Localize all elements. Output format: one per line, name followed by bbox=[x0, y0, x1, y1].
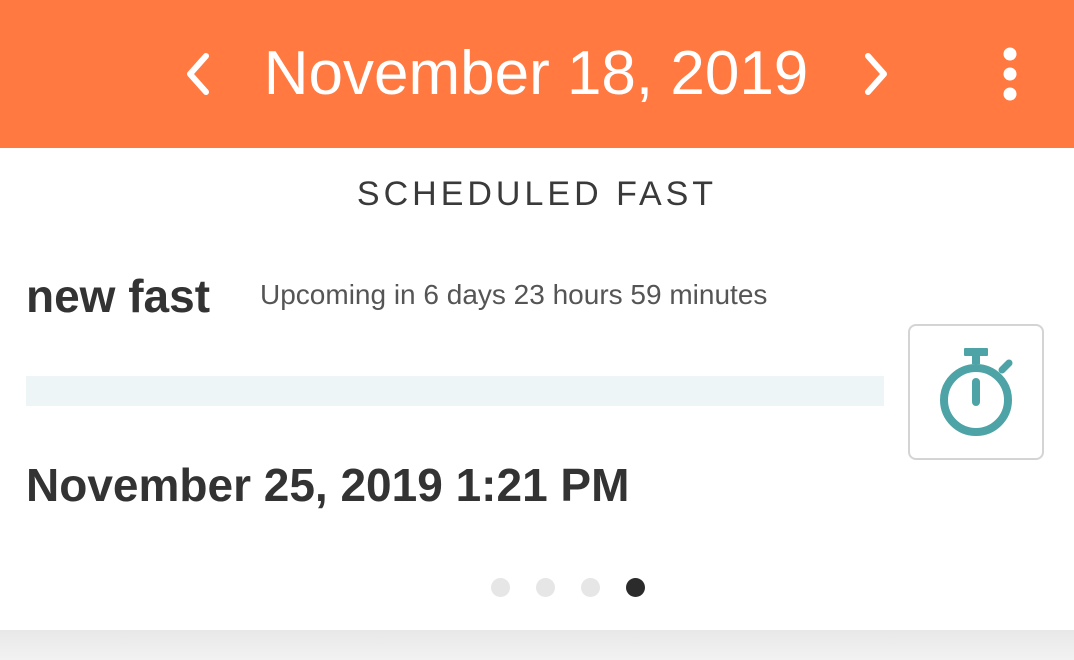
previous-day-button[interactable] bbox=[170, 44, 226, 104]
page-dot[interactable] bbox=[626, 578, 645, 597]
page-dot[interactable] bbox=[536, 578, 555, 597]
section-title: SCHEDULED FAST bbox=[356, 175, 718, 213]
app-screen: November 18, 2019 SCHEDULED FAST new fas… bbox=[0, 0, 1074, 660]
date-header: November 18, 2019 bbox=[0, 0, 1074, 148]
overflow-menu-button[interactable] bbox=[986, 44, 1034, 104]
page-indicator bbox=[0, 578, 1074, 598]
scheduled-fast-card: SCHEDULED FAST new fast Upcoming in 6 da… bbox=[0, 148, 1074, 630]
fast-name: new fast bbox=[26, 270, 211, 322]
page-dot[interactable] bbox=[491, 578, 510, 597]
page-dot[interactable] bbox=[581, 578, 600, 597]
bottom-divider bbox=[0, 630, 1074, 660]
next-day-button[interactable] bbox=[848, 44, 904, 104]
fast-progress-bar bbox=[26, 376, 884, 406]
fast-scheduled-datetime: November 25, 2019 1:21 PM bbox=[26, 459, 630, 511]
more-vertical-icon bbox=[1003, 47, 1017, 101]
stopwatch-icon bbox=[940, 348, 1013, 436]
chevron-right-icon bbox=[865, 53, 887, 95]
start-fast-button[interactable] bbox=[908, 324, 1044, 460]
chevron-left-icon bbox=[187, 53, 209, 95]
current-date-title[interactable]: November 18, 2019 bbox=[230, 34, 842, 114]
fast-status: Upcoming in 6 days 23 hours 59 minutes bbox=[260, 279, 768, 310]
